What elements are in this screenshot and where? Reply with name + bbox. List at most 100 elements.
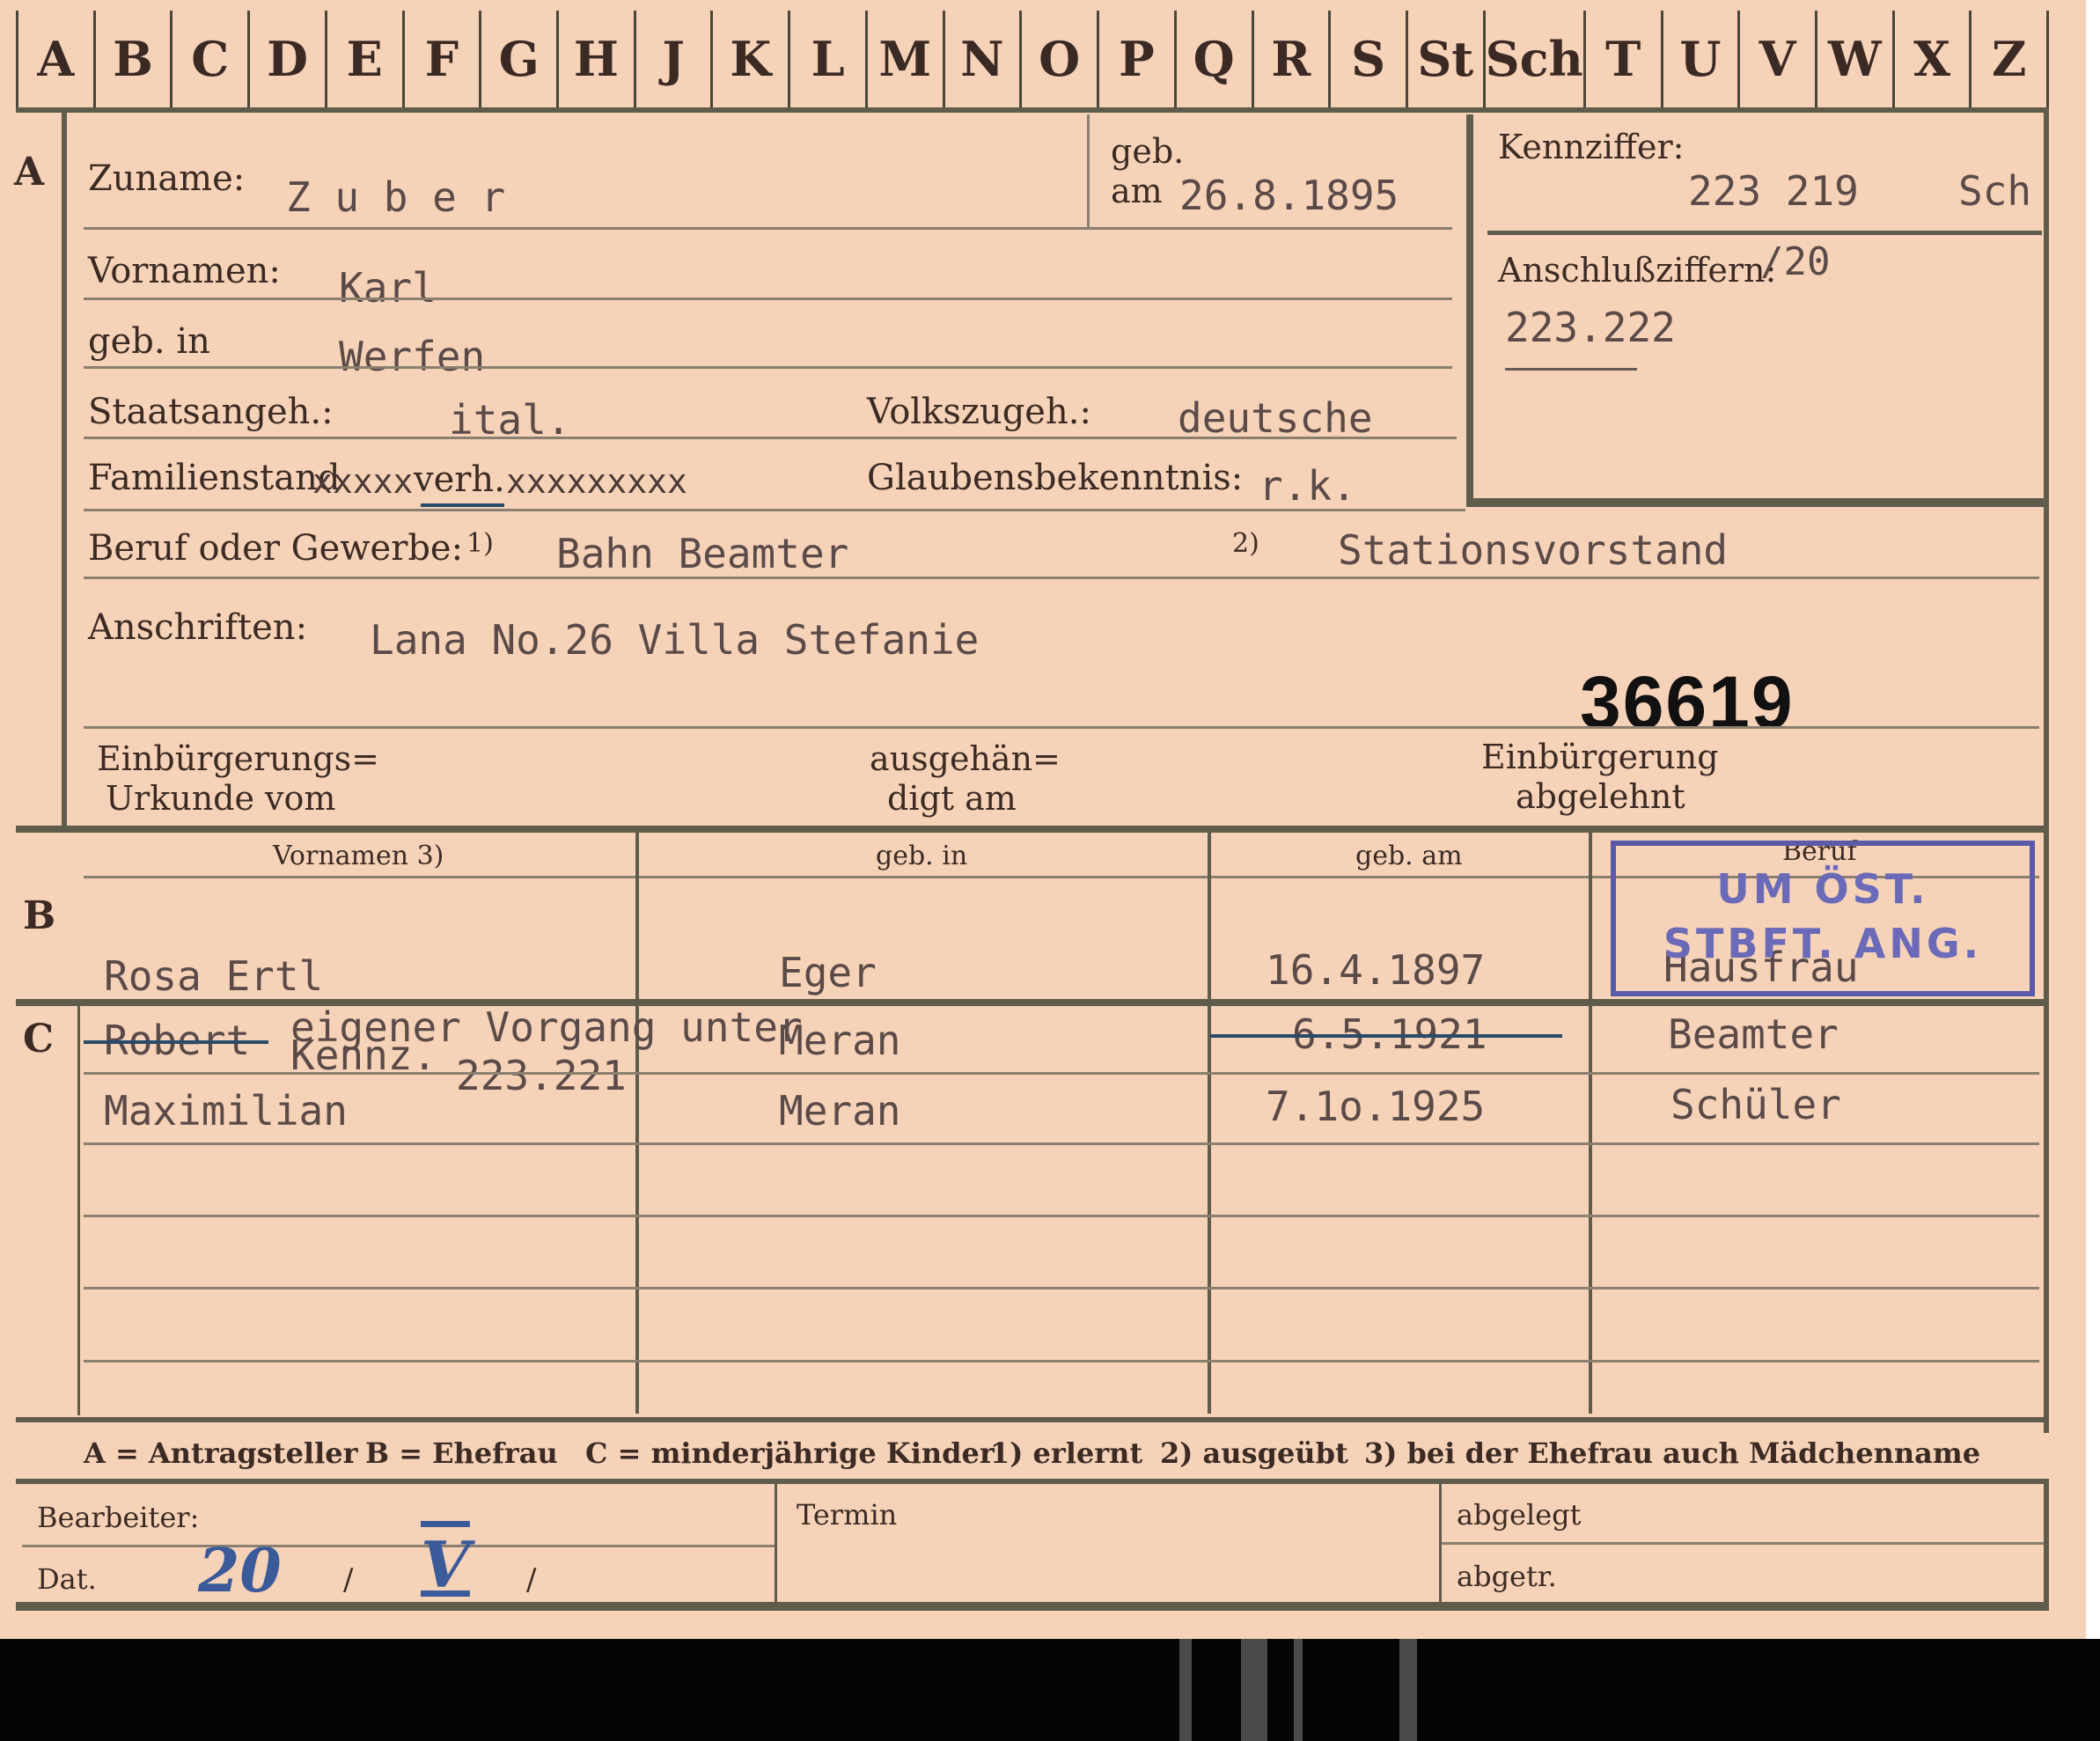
spouse-birthplace: Eger: [779, 949, 877, 996]
tab-divider: [16, 107, 2049, 113]
refused-label-2: abgelehnt: [1516, 777, 1685, 816]
legend-note-1: 1) erlernt: [990, 1436, 1143, 1470]
child-2-birthdate: 7.1o.1925: [1266, 1083, 1486, 1130]
reference-divider: [1487, 231, 2042, 235]
legend-note-3: 3) bei der Ehefrau auch Mädchenname: [1364, 1436, 1981, 1470]
date-sep-2: /: [526, 1562, 537, 1598]
family-status-label: Familienstand: [88, 458, 341, 498]
code-suffix: Sch: [1958, 167, 2032, 215]
child-2-occupation: Schüler: [1670, 1081, 1841, 1128]
alphabet-tab-row: A B C D E F G H J K L M N O P Q R S St Sch T U V W X Z: [16, 11, 2050, 107]
card-bottom-rule: [16, 1602, 2049, 1611]
refused-label-1: Einbürgerung: [1481, 738, 1719, 776]
alphabet-tab: B: [92, 11, 171, 107]
birthplace-value: Werfen: [339, 333, 486, 380]
legend-c: C = minderjährige Kinder: [585, 1436, 995, 1470]
code-label: Kennziffer:: [1498, 128, 1685, 166]
footer-col-rule: [775, 1484, 777, 1607]
birthplace-label: geb. in: [88, 321, 210, 362]
child-2-birthplace: Meran: [779, 1087, 901, 1135]
occupation-label: Beruf oder Gewerbe:: [88, 528, 464, 569]
alphabet-tab: E: [324, 11, 402, 107]
citizenship-label: Staatsangeh.:: [88, 392, 334, 432]
overlay-note-3: 223.221: [456, 1052, 627, 1099]
link-codes-label: Anschlußziffern:: [1498, 251, 1777, 290]
spouse-birthdate: 16.4.1897: [1266, 946, 1486, 994]
row-line: [84, 366, 1452, 369]
stamp-line-1: UM ÖST.: [1716, 865, 1929, 913]
section-b-marker: B: [23, 893, 56, 938]
clerk-label: Bearbeiter:: [37, 1501, 200, 1534]
alphabet-tab: U: [1660, 11, 1738, 107]
section-divider: [16, 826, 2049, 833]
legend-top-rule: [16, 1417, 2049, 1422]
ethnicity-value: deutsche: [1178, 394, 1373, 442]
table-left-rule: [77, 1006, 80, 1415]
religion-value: r.k.: [1259, 462, 1356, 510]
child-1-name-strike: [84, 1040, 268, 1044]
col-header-birthplace: geb. in: [876, 841, 968, 871]
address-value: Lana No.26 Villa Stefanie: [370, 616, 980, 664]
occupation-learned-value: Bahn Beamter: [556, 530, 849, 577]
col-header-birthdate: geb. am: [1355, 841, 1463, 871]
alphabet-tab: W: [1814, 11, 1892, 107]
stamp-line-2: STBFT. ANG.: [1663, 920, 1983, 967]
alphabet-tab: S: [1328, 11, 1406, 107]
ethnicity-label: Volkszugeh.:: [867, 392, 1091, 432]
delivered-label: abgetr.: [1457, 1560, 1557, 1593]
row-line: [84, 1287, 2039, 1289]
child-1-date-strike: [1210, 1034, 1562, 1038]
alphabet-tab: Sch: [1482, 11, 1583, 107]
row-line: [84, 298, 1452, 300]
link-underline: [1505, 368, 1637, 371]
row-line: [84, 509, 1465, 511]
alphabet-tab: Q: [1173, 11, 1252, 107]
footer-col-rule: [1439, 1484, 1442, 1607]
row-line: [84, 227, 1452, 230]
issued-label-1: ausgehän=: [870, 739, 1061, 778]
registration-card: A B C D E F G H J K L M N O P Q R S St Sch T U V W X Z A B C Kenn…: [0, 0, 2086, 1639]
scan-artifact: [1241, 1639, 1267, 1741]
footer-line: [1442, 1542, 2049, 1545]
alphabet-tab: D: [247, 11, 325, 107]
section-c-marker: C: [23, 1017, 55, 1061]
authority-stamp: UM ÖST. STBFT. ANG.: [1611, 841, 2035, 996]
date-day-handwritten: 20: [198, 1536, 282, 1606]
occupation-note-2: 2): [1232, 528, 1259, 559]
alphabet-tab: O: [1019, 11, 1097, 107]
left-rule: [62, 113, 67, 826]
alphabet-tab: H: [556, 11, 634, 107]
col-header-firstnames: Vornamen 3): [273, 841, 444, 871]
alphabet-tab: C: [170, 11, 247, 107]
footer-line: [22, 1545, 775, 1547]
link-codes-suffix: /20: [1760, 239, 1831, 284]
alphabet-tab: R: [1251, 11, 1329, 107]
row-line: [84, 1360, 2039, 1363]
family-underline: [421, 503, 504, 507]
alphabet-tab: Z: [1969, 11, 2050, 107]
surname-label: Zuname:: [88, 158, 246, 199]
scan-artifact: [1399, 1639, 1417, 1741]
birth-divider: [1087, 114, 1090, 227]
row-line: [84, 577, 2039, 579]
row-line: [84, 1142, 2039, 1145]
legend-bottom-rule: [16, 1479, 2049, 1484]
col-rule: [635, 833, 639, 1414]
date-month-handwritten: V: [421, 1527, 470, 1602]
occupation-note-1: 1): [466, 528, 494, 559]
row-line: [84, 1072, 2039, 1075]
file-number-stamp: 36619: [1580, 661, 1795, 744]
right-rule: [2044, 113, 2049, 1433]
scan-background: [0, 1639, 2100, 1741]
religion-label: Glaubensbekenntnis:: [867, 458, 1244, 498]
alphabet-tab: G: [479, 11, 556, 107]
birth-date-value: 26.8.1895: [1179, 172, 1399, 219]
legend-note-2: 2) ausgeübt: [1160, 1436, 1348, 1470]
section-a-marker: A: [14, 150, 45, 195]
col-rule: [1589, 833, 1592, 1414]
code-value: 223 219: [1688, 167, 1859, 215]
child-2-firstnames: Maximilian: [104, 1087, 348, 1135]
date-sep-1: /: [343, 1562, 354, 1598]
legend-b: B = Ehefrau: [365, 1436, 558, 1470]
row-line: [84, 1215, 2039, 1217]
